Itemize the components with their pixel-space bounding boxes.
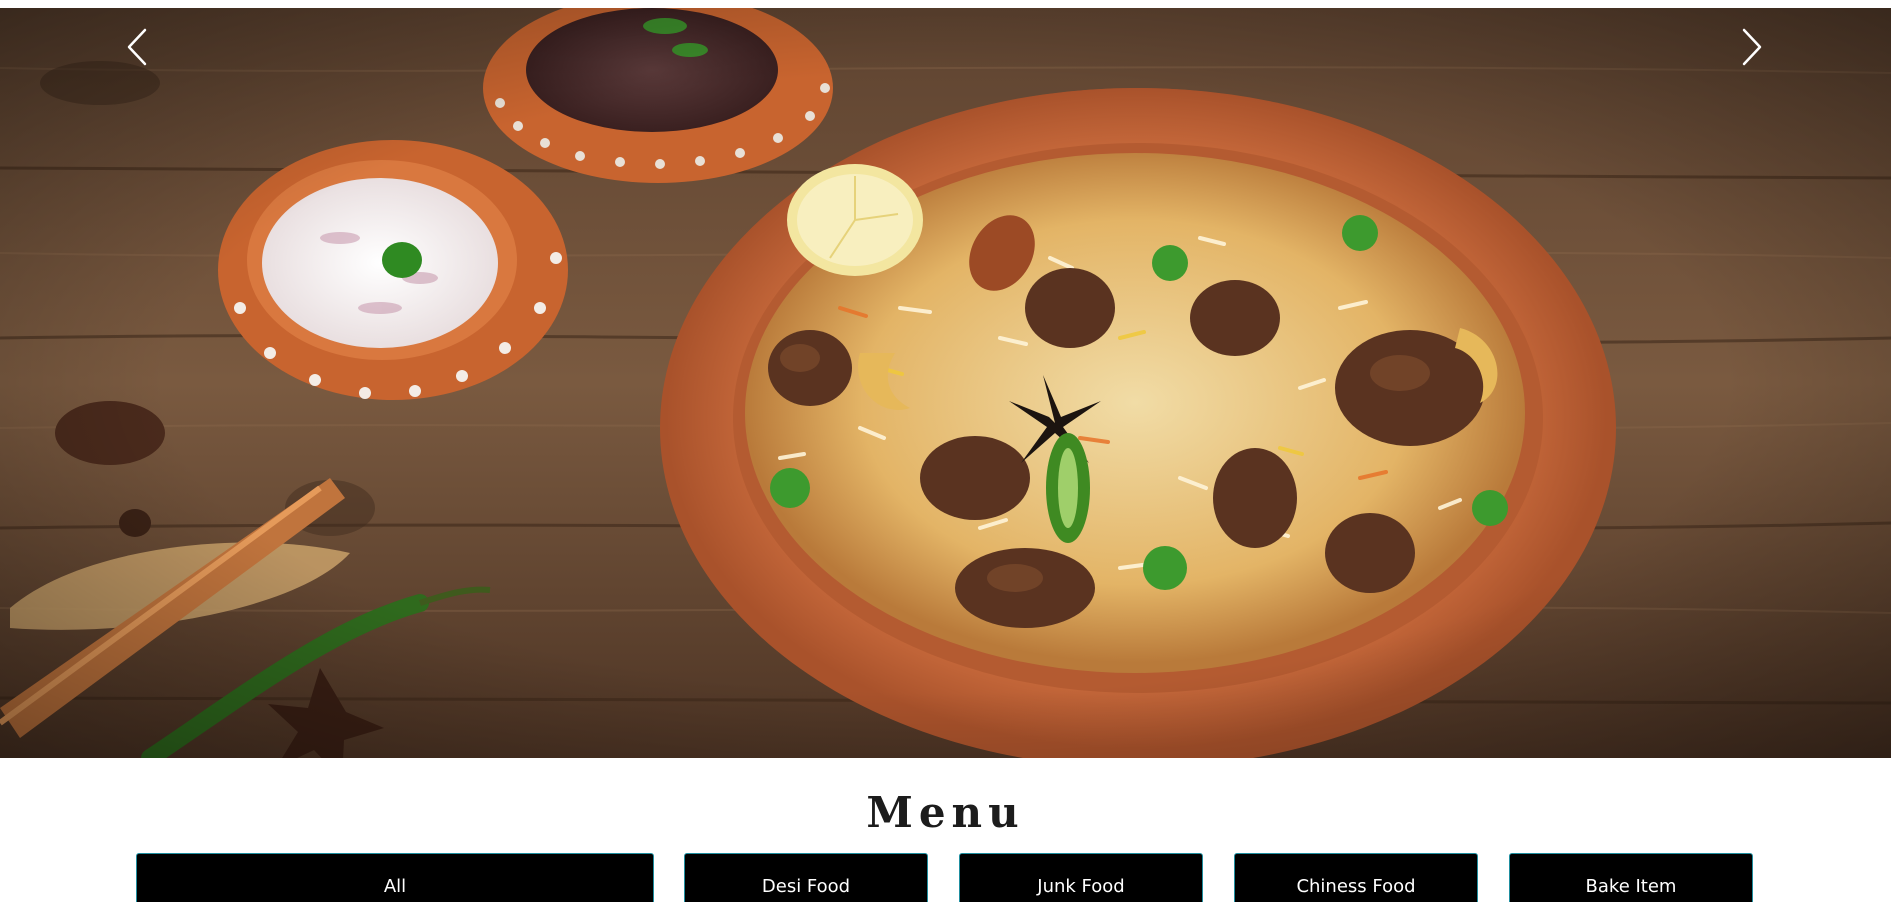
menu-tab-bake-item[interactable]: Bake Item — [1509, 853, 1753, 902]
chevron-right-icon — [1742, 28, 1762, 66]
biryani-hero-image — [0, 8, 1891, 758]
menu-title: Menu — [866, 788, 1025, 837]
menu-tab-chiness-food[interactable]: Chiness Food — [1234, 853, 1478, 902]
menu-tab-all[interactable]: All — [136, 853, 654, 902]
carousel-prev-button[interactable] — [113, 22, 161, 72]
page: Menu All Desi Food Junk Food Chiness Foo… — [0, 0, 1891, 902]
carousel-next-button[interactable] — [1728, 22, 1776, 72]
hero-carousel — [0, 8, 1891, 758]
chevron-left-icon — [127, 28, 147, 66]
menu-section: Menu All Desi Food Junk Food Chiness Foo… — [0, 758, 1891, 902]
menu-tab-junk-food[interactable]: Junk Food — [959, 853, 1203, 902]
menu-tab-desi-food[interactable]: Desi Food — [684, 853, 928, 902]
